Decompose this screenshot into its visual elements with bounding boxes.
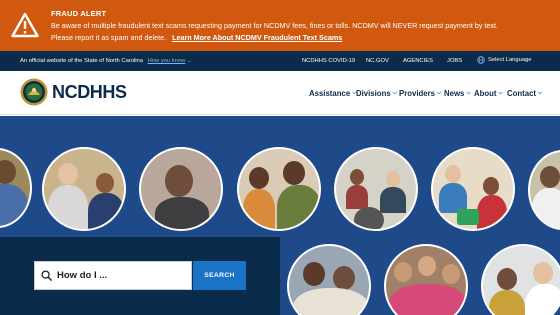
select-language-button[interactable]: Select Language <box>477 56 532 64</box>
hero-photo-classroom-children <box>431 147 515 231</box>
site-header: NCDHHS Assistance ⌵ Divisions ⌵ Providers ⌵… <box>0 71 560 115</box>
ncgov-link[interactable]: NC.GOV <box>366 58 389 64</box>
hero-photo-elderly-man-with-therapist <box>42 147 126 231</box>
fraud-alert-banner: FRAUD ALERT Be aware of multiple fraudul… <box>0 0 560 51</box>
utility-bar: An official website of the State of Nort… <box>0 51 560 71</box>
chevron-down-icon: ⌵ <box>392 90 397 96</box>
chevron-down-icon: ⌵ <box>466 90 471 96</box>
logo-wordmark: NCDHHS <box>52 81 127 102</box>
hero-photo-doctor-with-patient <box>481 244 560 315</box>
nav-label: Providers <box>399 89 435 98</box>
nav-label: About <box>474 89 497 98</box>
hero-photo-man-with-produce <box>0 148 32 228</box>
hero-photo-distressed-woman <box>139 147 223 231</box>
hero-photo-grandparents <box>287 244 371 315</box>
select-language-label: Select Language <box>488 57 532 63</box>
nav-label: Contact <box>507 89 537 98</box>
agencies-link[interactable]: AGENCIES <box>403 58 433 64</box>
official-site-text: An official website of the State of Nort… <box>20 58 143 64</box>
search-button[interactable]: SEARCH <box>193 261 246 290</box>
hero-photo-father-and-son <box>237 147 321 231</box>
nav-providers[interactable]: Providers ⌵ <box>399 89 441 98</box>
search-icon <box>41 270 52 281</box>
nav-divisions[interactable]: Divisions ⌵ <box>356 89 397 98</box>
nav-about[interactable]: About ⌵ <box>474 89 503 98</box>
hero-photo-boy-playing <box>528 150 560 230</box>
hero-photo-family-group <box>384 244 468 315</box>
covid-link[interactable]: NCDHHS COVID-19 <box>302 58 355 64</box>
jobs-link[interactable]: JOBS <box>447 58 462 64</box>
nav-news[interactable]: News ⌵ <box>444 89 471 98</box>
nav-label: Assistance <box>309 89 351 98</box>
search-input[interactable]: How do I ... <box>34 261 192 290</box>
chevron-down-icon: ⌵ <box>436 90 442 96</box>
official-site-notice: An official website of the State of Nort… <box>20 58 192 64</box>
how-you-know-link[interactable]: How you know ⌄ <box>148 58 192 64</box>
nav-label: Divisions <box>356 89 391 98</box>
chevron-down-icon: ⌄ <box>187 58 192 64</box>
nav-assistance[interactable]: Assistance ⌵ <box>309 89 356 98</box>
warning-icon <box>11 12 39 38</box>
nav-contact[interactable]: Contact ⌵ <box>507 89 542 98</box>
how-you-know-label: How you know <box>147 58 186 64</box>
nav-label: News <box>444 89 465 98</box>
search-placeholder: How do I ... <box>57 270 108 281</box>
fraud-alert-message-wrap: Be aware of multiple fraudulent text sca… <box>51 20 521 43</box>
hero-photo-wheelchair-office <box>334 147 418 231</box>
fraud-alert-title: FRAUD ALERT <box>51 9 107 18</box>
globe-icon <box>477 56 485 64</box>
fraud-alert-learn-more-link[interactable]: Learn More About NCDMV Fraudulent Text S… <box>172 33 342 42</box>
nc-seal-icon <box>20 78 48 106</box>
chevron-down-icon: ⌵ <box>498 90 503 96</box>
chevron-down-icon: ⌵ <box>538 90 543 96</box>
ncdhhs-logo[interactable]: NCDHHS <box>20 78 127 106</box>
